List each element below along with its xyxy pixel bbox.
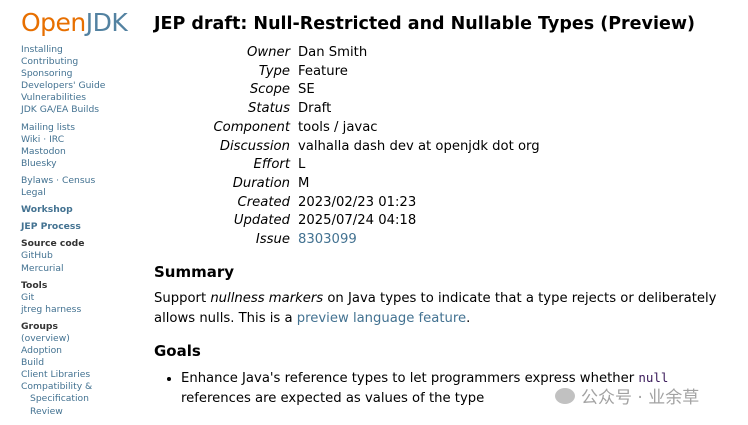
meta-key: Discussion [219,138,290,154]
meta-value: Feature [298,63,540,82]
meta-row: Created 2023/02/23 01:23 [194,194,540,213]
nav-jdk-builds[interactable]: JDK GA/EA Builds [21,104,141,116]
meta-value: 2023/02/23 01:23 [298,194,540,213]
meta-value: Dan Smith [298,44,540,63]
meta-key: Type [258,63,290,79]
meta-key: Duration [232,175,290,191]
meta-value: valhalla dash dev at openjdk dot org [298,138,540,157]
meta-key: Owner [246,45,290,60]
nav-sponsoring[interactable]: Sponsoring [21,68,141,80]
meta-row: Discussion valhalla dash dev at openjdk d… [194,138,540,157]
nav-github[interactable]: GitHub [21,250,141,262]
meta-value: Draft [298,100,540,119]
groups-heading: Groups [21,320,58,332]
meta-value: tools / javac [298,119,540,138]
meta-value-text: valhalla dash dev at openjdk dot org [298,138,540,154]
summary-text: Support nullness markers on Java types t… [154,289,734,329]
meta-row: Effort L [194,156,540,175]
meta-row: Duration M [194,175,540,194]
summary-em: nullness markers [210,290,324,306]
meta-row: Type Feature [194,63,540,82]
meta-row: Owner Dan Smith [194,44,540,63]
meta-key: Status [247,101,290,117]
logo-open: Open [21,8,86,37]
meta-value-text: 2025/07/24 04:18 [298,213,417,229]
nav-git[interactable]: Git [21,292,141,304]
source-code-heading: Source code [21,238,85,250]
preview-feature-link[interactable]: preview language feature [297,311,466,326]
meta-value-text: Dan Smith [298,45,368,60]
summary-heading: Summary [154,262,235,281]
nav-vulnerabilities[interactable]: Vulnerabilities [21,92,141,104]
meta-value-text: Feature [298,63,348,79]
meta-row: Issue 8303099 [194,231,540,250]
meta-row: Status Draft [194,100,540,119]
meta-value-text: tools / javac [298,119,378,135]
goal-t2: references are expected as values of the… [181,390,485,406]
meta-value: L [298,156,540,175]
meta-value: M [298,175,540,194]
nav-group-3: Bylaws · Census Legal [21,175,141,199]
logo-jdk: JDK [85,8,128,37]
meta-key: Created [237,194,290,210]
meta-row: Component tools / javac [194,119,540,138]
nav-developers-guide[interactable]: Developers' Guide [21,80,141,92]
meta-key: Component [213,119,290,135]
nav-wiki-irc[interactable]: Wiki · IRC [21,134,141,146]
meta-value: 2025/07/24 04:18 [298,212,540,231]
nav-group-1: Installing Contributing Sponsoring Devel… [21,44,141,117]
wechat-icon [555,387,575,404]
meta-value-text: SE [298,82,315,98]
nav-compatibility[interactable]: Compatibility & [21,381,141,393]
summary-t3: . [466,310,471,326]
main-content: JEP draft: Null-Restricted and Nullable … [154,14,734,409]
meta-value: 8303099 [298,231,540,250]
meta-row: Scope SE [194,81,540,100]
jep-metadata-table: Owner Dan Smith Type Feature Scope SE Status Dr… [194,44,540,250]
meta-key: Effort [253,157,290,173]
page-title: JEP draft: Null-Restricted and Nullable … [154,14,695,34]
nav-mastodon[interactable]: Mastodon [21,146,141,158]
meta-row: Updated 2025/07/24 04:18 [194,212,540,231]
nav-build[interactable]: Build [21,357,141,369]
sidebar: OpenJDK Installing Contributing Sponsori… [21,8,141,423]
watermark: 公众号 · 业余草 [555,383,699,408]
goals-heading: Goals [154,341,201,360]
meta-value-text: 2023/02/23 01:23 [298,194,417,210]
meta-key: Updated [233,213,290,229]
nav-bylaws-census[interactable]: Bylaws · Census [21,175,141,187]
meta-value-text: M [298,175,310,191]
nav-compatibility-cont[interactable]: Specification [21,393,141,405]
nav-installing[interactable]: Installing [21,44,141,56]
meta-value-text: L [298,157,306,173]
nav-group-2: Mailing lists Wiki · IRC Mastodon Bluesk… [21,122,141,170]
openjdk-logo[interactable]: OpenJDK [21,8,141,38]
summary-t1: Support [154,290,211,306]
nav-mailing-lists[interactable]: Mailing lists [21,122,141,134]
nav-client-libraries[interactable]: Client Libraries [21,369,141,381]
nav-groups-overview[interactable]: (overview) [21,333,141,345]
meta-value: SE [298,81,540,100]
meta-key: Issue [255,232,290,248]
meta-key: Scope [249,82,290,98]
nav-bluesky[interactable]: Bluesky [21,158,141,170]
meta-value-text: Draft [298,101,332,117]
nav-legal[interactable]: Legal [21,187,141,199]
nav-jep-process[interactable]: JEP Process [21,221,141,233]
issue-link[interactable]: 8303099 [298,232,357,247]
nav-adoption[interactable]: Adoption [21,345,141,357]
nav-contributing[interactable]: Contributing [21,56,141,68]
nav-compatibility-cont2[interactable]: Review [21,406,141,418]
watermark-text: 公众号 · 业余草 [581,388,700,408]
tools-heading: Tools [21,279,48,291]
nav-mercurial[interactable]: Mercurial [21,263,141,275]
nav-workshop[interactable]: Workshop [21,204,141,216]
nav-jtreg[interactable]: jtreg harness [21,304,141,316]
